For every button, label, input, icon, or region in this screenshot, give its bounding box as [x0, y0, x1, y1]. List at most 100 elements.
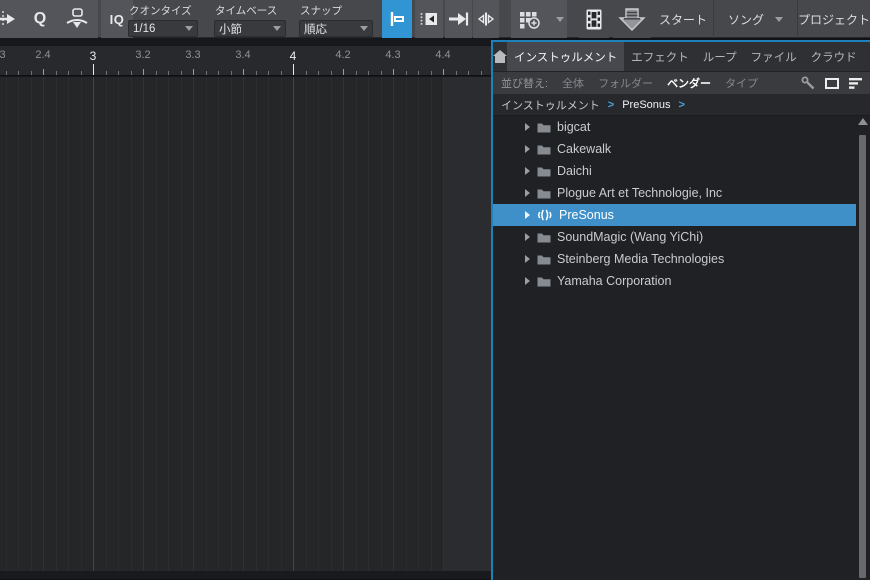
expand-triangle-icon[interactable]: [525, 145, 530, 153]
ruler-tick: [168, 71, 169, 75]
ruler-tick: [368, 71, 369, 75]
macro-grid-menu-button[interactable]: [549, 0, 567, 38]
browser-tab-label: ループ: [703, 49, 737, 65]
grid-line: [56, 77, 57, 571]
expand-triangle-icon[interactable]: [525, 167, 530, 175]
expand-triangle-icon[interactable]: [525, 123, 530, 131]
film-strip-icon: [586, 9, 602, 30]
list-item-presonus[interactable]: PreSonus: [493, 204, 856, 226]
arrow-to-end-button[interactable]: [445, 0, 472, 38]
grid-line: [43, 77, 44, 571]
expand-triangle-icon[interactable]: [525, 211, 530, 219]
folder-icon: [537, 144, 551, 155]
panel-view-icon[interactable]: [825, 78, 839, 89]
grid-line: [81, 77, 82, 571]
expand-horizontal-button[interactable]: [473, 0, 499, 38]
ruler-label: 4.4: [435, 49, 450, 61]
expand-triangle-icon[interactable]: [525, 255, 530, 263]
breadcrumb-current[interactable]: PreSonus: [622, 99, 670, 111]
ruler-tick: [131, 71, 132, 75]
scroll-up-arrow-icon[interactable]: [858, 118, 868, 125]
sort-option-folder[interactable]: フォルダー: [598, 75, 653, 91]
browser-tab-instruments[interactable]: インストゥルメント: [507, 42, 624, 71]
list-item-bigcat[interactable]: bigcat: [493, 116, 870, 138]
home-button[interactable]: [493, 42, 507, 71]
browser-tab-label: クラウド: [811, 49, 857, 65]
arrangement-area: 2.32.433.23.33.444.24.34.4: [0, 38, 491, 579]
ruler-tick: [56, 71, 57, 75]
ruler-tick: [431, 71, 432, 75]
list-item-soundmagic[interactable]: SoundMagic (Wang YiChi): [493, 226, 870, 248]
breadcrumb-separator: >: [608, 99, 614, 111]
import-button[interactable]: [613, 0, 651, 38]
grid-line: [256, 77, 257, 571]
grid-line: [456, 77, 457, 571]
vendor-list: bigcat Cakewalk Daichi: [493, 116, 870, 578]
ruler-tick: [356, 71, 357, 75]
tab-start-label: スタート: [659, 11, 707, 28]
ruler-tick: [68, 71, 69, 75]
sort-bar: 並び替え: 全体 フォルダー ベンダー タイプ: [493, 72, 870, 94]
tab-project[interactable]: プロジェクト: [797, 0, 870, 38]
list-item-label: Yamaha Corporation: [557, 274, 671, 288]
edit-grid[interactable]: [0, 77, 491, 571]
ruler-tick: [43, 69, 44, 75]
timebase-dropdown[interactable]: 小節: [214, 20, 286, 37]
browser-tab-loops[interactable]: ループ: [696, 42, 744, 71]
expand-triangle-icon[interactable]: [525, 277, 530, 285]
grid-line: [181, 77, 182, 571]
macro-grid-button[interactable]: [511, 0, 549, 38]
list-item-label: bigcat: [557, 120, 590, 134]
grid-line: [306, 77, 307, 571]
quantize-button[interactable]: Q: [24, 0, 56, 38]
grid-plus-icon: [518, 10, 542, 29]
browser-tab-files[interactable]: ファイル: [744, 42, 804, 71]
expand-triangle-icon[interactable]: [525, 189, 530, 197]
ruler-label: 3.4: [235, 49, 250, 61]
tab-song[interactable]: ソング: [713, 0, 797, 38]
wrench-icon[interactable]: [801, 76, 815, 90]
snap-group: スナップ 順応: [299, 0, 373, 38]
expand-triangle-icon[interactable]: [525, 233, 530, 241]
breadcrumb-root[interactable]: インストゥルメント: [501, 97, 600, 113]
list-item-cakewalk[interactable]: Cakewalk: [493, 138, 870, 160]
arrow-to-end-icon: [448, 11, 470, 27]
list-view-icon[interactable]: [849, 78, 862, 89]
list-item-steinberg[interactable]: Steinberg Media Technologies: [493, 248, 870, 270]
snap-to-grid-button[interactable]: [382, 0, 412, 38]
list-item-daichi[interactable]: Daichi: [493, 160, 870, 182]
ruler-tick: [206, 71, 207, 75]
grid-line: [481, 77, 482, 571]
grid-line: [318, 77, 319, 571]
quantize-dropdown[interactable]: 1/16: [128, 20, 198, 37]
video-button[interactable]: [579, 0, 609, 38]
sort-option-all[interactable]: 全体: [562, 75, 584, 91]
horizontal-scroll-area[interactable]: [0, 571, 491, 579]
scrollbar-thumb[interactable]: [859, 135, 866, 578]
grid-line: [468, 77, 469, 571]
vertical-scrollbar[interactable]: [858, 118, 867, 578]
sort-option-type[interactable]: タイプ: [725, 75, 758, 91]
browser-tab-label: インストゥルメント: [514, 49, 617, 65]
list-item-plogue[interactable]: Plogue Art et Technologie, Inc: [493, 182, 870, 204]
browser-tab-cloud[interactable]: クラウド: [804, 42, 864, 71]
snap-dropdown[interactable]: 順応: [299, 20, 373, 37]
sort-option-vendor[interactable]: ベンダー: [667, 75, 711, 91]
ruler-tick: [93, 64, 94, 75]
browser-tab-effects[interactable]: エフェクト: [624, 42, 696, 71]
grid-line: [243, 77, 244, 571]
folder-icon: [537, 188, 551, 199]
browser-tabbar: インストゥルメント エフェクト ループ ファイル クラウド ショップ: [493, 42, 870, 72]
download-arrow-icon: [618, 8, 646, 31]
autoscroll-button[interactable]: [0, 0, 24, 38]
ruler-tick: [181, 71, 182, 75]
tab-start[interactable]: スタート: [653, 0, 713, 38]
folder-icon: [537, 122, 551, 133]
timeline-ruler[interactable]: 2.32.433.23.33.444.24.34.4: [0, 46, 491, 76]
humanize-button[interactable]: [56, 0, 98, 38]
browser-tab-shop[interactable]: ショップ: [864, 42, 870, 71]
list-item-yamaha[interactable]: Yamaha Corporation: [493, 270, 870, 292]
grid-line: [343, 77, 344, 571]
grid-line: [156, 77, 157, 571]
move-insert-left-button[interactable]: [415, 0, 443, 38]
